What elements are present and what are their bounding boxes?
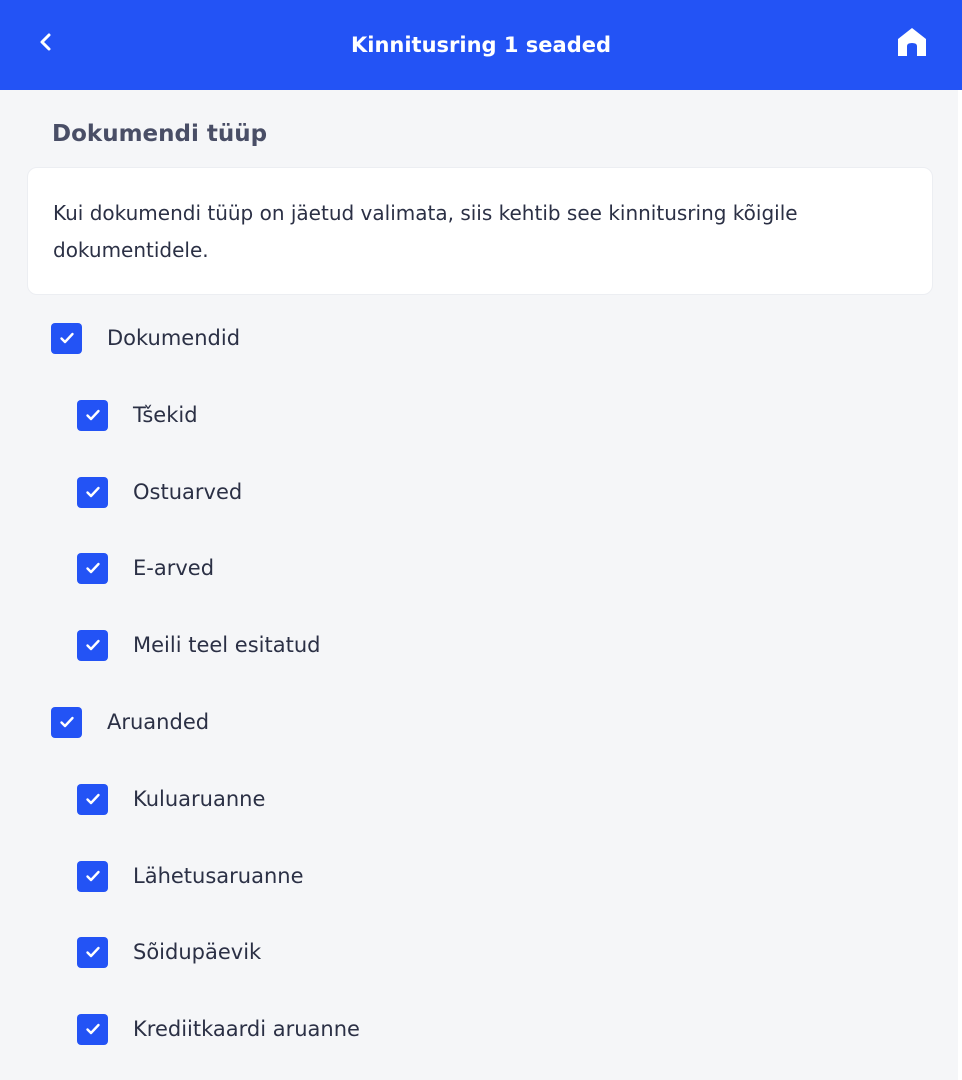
checkbox-checked[interactable] bbox=[51, 322, 82, 354]
checkbox-label: E-arved bbox=[133, 556, 215, 580]
checkbox-checked[interactable] bbox=[77, 936, 108, 968]
checkbox-row-ostuarved[interactable]: Ostuarved bbox=[77, 472, 242, 512]
checkbox-checked[interactable] bbox=[77, 476, 108, 508]
checkbox-checked[interactable] bbox=[77, 399, 108, 431]
section-title: Dokumendi tüüp bbox=[52, 121, 268, 147]
checkbox-label: Kuluaruanne bbox=[133, 787, 266, 811]
checkbox-checked[interactable] bbox=[77, 1013, 108, 1045]
checkbox-checked[interactable] bbox=[51, 706, 82, 738]
checkbox-row-e-arved[interactable]: E-arved bbox=[77, 548, 214, 588]
checkbox-label: Aruanded bbox=[107, 710, 210, 734]
checkbox-label: Tšekid bbox=[133, 403, 198, 427]
checkbox-label: Sõidupäevik bbox=[133, 940, 262, 964]
checkbox-checked[interactable] bbox=[77, 629, 108, 661]
home-icon bbox=[898, 28, 926, 56]
checkmark-icon bbox=[85, 870, 100, 882]
checkbox-label: Krediitkaardi aruanne bbox=[133, 1017, 360, 1041]
checkmark-icon bbox=[59, 332, 74, 344]
checkbox-row-krediitkaardi-aruanne[interactable]: Krediitkaardi aruanne bbox=[77, 1009, 360, 1049]
checkbox-row-tsekid[interactable]: Tšekid bbox=[77, 395, 198, 435]
checkmark-icon bbox=[59, 716, 74, 728]
checkbox-row-soidupaevik[interactable]: Sõidupäevik bbox=[77, 932, 261, 972]
checkbox-label: Meili teel esitatud bbox=[133, 633, 321, 657]
checkbox-label: Lähetusaruanne bbox=[133, 864, 304, 888]
checkmark-icon bbox=[85, 639, 100, 651]
checkbox-row-meili-teel-esitatud[interactable]: Meili teel esitatud bbox=[77, 625, 320, 665]
checkbox-checked[interactable] bbox=[77, 860, 108, 892]
checkbox-label: Ostuarved bbox=[133, 480, 243, 504]
checkmark-icon bbox=[85, 946, 100, 958]
checkmark-icon bbox=[85, 562, 100, 574]
checkbox-row-dokumendid[interactable]: Dokumendid bbox=[51, 318, 240, 358]
home-button[interactable] bbox=[892, 22, 932, 62]
scrollbar-track bbox=[958, 90, 962, 1080]
info-text: Kui dokumendi tüüp on jäetud valimata, s… bbox=[53, 201, 798, 262]
checkbox-label: Dokumendid bbox=[107, 326, 241, 350]
checkmark-icon bbox=[85, 793, 100, 805]
checkmark-icon bbox=[85, 409, 100, 421]
checkbox-row-lahetusaruanne[interactable]: Lähetusaruanne bbox=[77, 856, 304, 896]
checkbox-checked[interactable] bbox=[77, 552, 108, 584]
checkbox-row-kuluaruanne[interactable]: Kuluaruanne bbox=[77, 779, 265, 819]
app-header: Kinnitusring 1 seaded bbox=[0, 0, 962, 90]
checkmark-icon bbox=[85, 486, 100, 498]
checkbox-row-aruanded[interactable]: Aruanded bbox=[51, 702, 209, 742]
checkbox-checked[interactable] bbox=[77, 783, 108, 815]
page-title: Kinnitusring 1 seaded bbox=[350, 33, 612, 57]
checkmark-icon bbox=[85, 1023, 100, 1035]
info-card: Kui dokumendi tüüp on jäetud valimata, s… bbox=[27, 167, 933, 295]
